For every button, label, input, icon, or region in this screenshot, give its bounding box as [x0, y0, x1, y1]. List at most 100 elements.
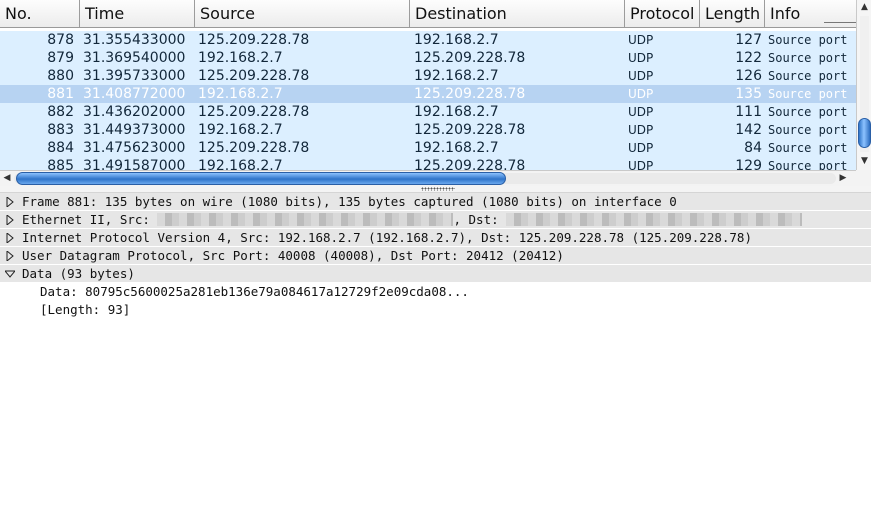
tree-leaf-data-value[interactable]: Data: 80795c5600025a281eb136e79a084617a1… [0, 283, 871, 301]
tree-item-ethernet[interactable]: Ethernet II, Src: , Dst: [0, 211, 871, 229]
cell-time: 31.355433000 [83, 32, 186, 48]
cell-info: Source port [768, 105, 848, 119]
triangle-right-icon[interactable] [5, 251, 15, 261]
cell-destination: 125.209.228.78 [414, 158, 526, 170]
cell-no: 883 [47, 122, 74, 138]
packet-row[interactable]: 883 31.449373000 192.168.2.7 125.209.228.78… [0, 121, 856, 139]
cell-no: 882 [47, 104, 74, 120]
tree-item-label: Data (93 bytes) [22, 266, 135, 281]
cell-destination: 192.168.2.7 [414, 32, 499, 48]
cell-protocol: UDP [628, 123, 654, 137]
redacted-mac-src [157, 213, 454, 226]
column-header: No. Time Source Destination Protocol Len… [0, 0, 856, 28]
tree-item-frame[interactable]: Frame 881: 135 bytes on wire (1080 bits)… [0, 193, 871, 211]
cell-source: 125.209.228.78 [198, 32, 310, 48]
cell-protocol: UDP [628, 33, 654, 47]
cell-no: 878 [47, 32, 74, 48]
cell-no: 884 [47, 140, 74, 156]
packet-row[interactable]: 880 31.395733000 125.209.228.78 192.168.2.7… [0, 67, 856, 85]
cell-info: Source port [768, 33, 848, 47]
cell-no: 880 [47, 68, 74, 84]
cell-time: 31.475623000 [83, 140, 186, 156]
cell-source: 192.168.2.7 [198, 50, 283, 66]
tree-item-udp[interactable]: User Datagram Protocol, Src Port: 40008 … [0, 247, 871, 265]
cell-time: 31.436202000 [83, 104, 186, 120]
ethernet-dst-label: , Dst: [453, 212, 499, 227]
cell-no: 881 [47, 86, 74, 102]
column-no[interactable]: No. [0, 0, 80, 27]
cell-length: 129 [735, 158, 762, 170]
vertical-scrollbar[interactable]: ▲ ▼ [856, 0, 871, 170]
data-length-text: [Length: 93] [40, 302, 131, 317]
cell-time: 31.408772000 [83, 86, 186, 102]
cell-destination: 192.168.2.7 [414, 140, 499, 156]
triangle-right-icon[interactable] [5, 215, 15, 225]
cell-length: 127 [735, 32, 762, 48]
cell-protocol: UDP [628, 51, 654, 65]
cell-destination: 192.168.2.7 [414, 68, 499, 84]
scroll-corner [856, 170, 871, 186]
tree-leaf-data-length[interactable]: [Length: 93] [0, 301, 871, 319]
packet-row[interactable]: 881 31.408772000 192.168.2.7 125.209.228.78… [0, 85, 856, 103]
packet-details[interactable]: Frame 881: 135 bytes on wire (1080 bits)… [0, 193, 871, 524]
packet-row[interactable]: 882 31.436202000 125.209.228.78 192.168.2.7… [0, 103, 856, 121]
cell-info: Source port [768, 141, 848, 155]
tree-item-label: Ethernet II, Src: , Dst: [22, 211, 803, 229]
cell-no: 885 [47, 158, 74, 170]
cell-destination: 125.209.228.78 [414, 86, 526, 102]
redacted-mac-dst [506, 213, 803, 226]
data-value-text: Data: 80795c5600025a281eb136e79a084617a1… [40, 284, 469, 299]
horizontal-scrollbar[interactable]: ◀ ▶ [0, 170, 856, 186]
header-filler [824, 22, 856, 28]
column-protocol[interactable]: Protocol [625, 0, 700, 27]
column-destination[interactable]: Destination [410, 0, 625, 27]
triangle-down-icon[interactable] [5, 269, 15, 279]
cell-protocol: UDP [628, 159, 654, 170]
triangle-right-icon[interactable] [5, 197, 15, 207]
packet-rows: 878 31.355433000 125.209.228.78 192.168.2.7… [0, 31, 856, 170]
arrow-left-icon[interactable]: ◀ [0, 171, 14, 186]
cell-length: 135 [735, 86, 762, 102]
cell-length: 126 [735, 68, 762, 84]
column-info[interactable]: Info [765, 0, 825, 27]
tree-item-ipv4[interactable]: Internet Protocol Version 4, Src: 192.16… [0, 229, 871, 247]
cell-length: 142 [735, 122, 762, 138]
cell-source: 125.209.228.78 [198, 68, 310, 84]
packet-list[interactable]: No. Time Source Destination Protocol Len… [0, 0, 856, 170]
cell-source: 192.168.2.7 [198, 122, 283, 138]
vertical-scroll-thumb[interactable] [858, 118, 871, 148]
packet-row[interactable]: 884 31.475623000 125.209.228.78 192.168.2.7… [0, 139, 856, 157]
cell-source: 192.168.2.7 [198, 86, 283, 102]
pane-splitter[interactable] [0, 186, 871, 193]
column-length[interactable]: Length [700, 0, 765, 27]
arrow-up-icon[interactable]: ▲ [857, 0, 871, 14]
splitter-grip-icon[interactable] [421, 187, 455, 191]
cell-length: 84 [744, 140, 762, 156]
cell-info: Source port [768, 87, 848, 101]
tree-item-label: Internet Protocol Version 4, Src: 192.16… [22, 230, 752, 245]
cell-no: 879 [47, 50, 74, 66]
cell-info: Source port [768, 69, 848, 83]
arrow-down-icon[interactable]: ▼ [857, 154, 871, 168]
cell-time: 31.491587000 [83, 158, 186, 170]
packet-row[interactable]: 885 31.491587000 192.168.2.7 125.209.228.78… [0, 157, 856, 170]
tree-item-data[interactable]: Data (93 bytes) [0, 265, 871, 283]
cell-protocol: UDP [628, 141, 654, 155]
arrow-right-icon[interactable]: ▶ [836, 171, 850, 186]
column-source[interactable]: Source [195, 0, 410, 27]
cell-source: 125.209.228.78 [198, 104, 310, 120]
cell-info: Source port [768, 51, 848, 65]
cell-protocol: UDP [628, 69, 654, 83]
column-time[interactable]: Time [80, 0, 195, 27]
cell-time: 31.449373000 [83, 122, 186, 138]
packet-row[interactable]: 879 31.369540000 192.168.2.7 125.209.228.78… [0, 49, 856, 67]
cell-protocol: UDP [628, 105, 654, 119]
horizontal-scroll-thumb[interactable] [16, 172, 506, 185]
cell-info: Source port [768, 123, 848, 137]
ethernet-src-label: Ethernet II, Src: [22, 212, 150, 227]
cell-length: 111 [735, 104, 762, 120]
triangle-right-icon[interactable] [5, 233, 15, 243]
tree-item-label: User Datagram Protocol, Src Port: 40008 … [22, 248, 564, 263]
cell-protocol: UDP [628, 87, 654, 101]
packet-row[interactable]: 878 31.355433000 125.209.228.78 192.168.2.7… [0, 31, 856, 49]
